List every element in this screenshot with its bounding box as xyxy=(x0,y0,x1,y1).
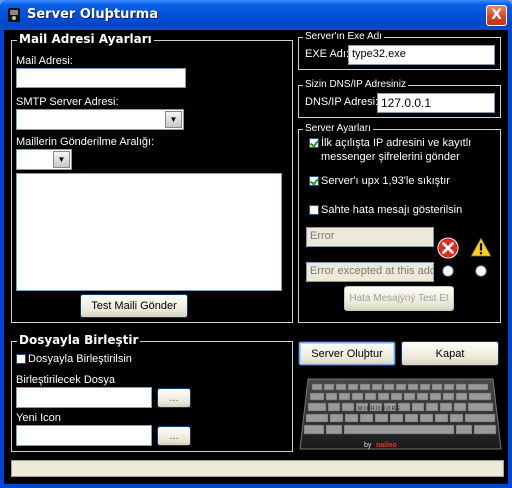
error-icon-radio[interactable] xyxy=(442,265,454,277)
warning-icon xyxy=(470,236,492,257)
fake-error-label: Sahte hata mesajı gösterilsin xyxy=(321,204,463,216)
checkbox-box[interactable] xyxy=(309,138,319,148)
close-window-button[interactable]: X xyxy=(486,5,507,26)
checkbox-box[interactable] xyxy=(309,176,319,186)
mail-address-input[interactable] xyxy=(16,68,186,88)
title-bar[interactable]: Server Oluþturma X xyxy=(0,0,512,30)
new-icon-label: Yeni Icon xyxy=(16,412,61,424)
exe-name-label: EXE Adı: xyxy=(305,48,350,60)
new-icon-input[interactable] xyxy=(16,425,152,446)
app-window: Server Oluþturma X Mail Adresi Ayarları … xyxy=(0,0,512,488)
send-ip-checkbox[interactable]: İlk açılışta IP adresini ve kayıtlı mess… xyxy=(309,136,495,164)
chevron-down-icon[interactable]: ▼ xyxy=(165,111,182,128)
browse-icon-button[interactable]: ... xyxy=(157,426,191,446)
warning-icon-radio[interactable] xyxy=(475,265,487,277)
dns-ip-input[interactable]: 127.0.0.1 xyxy=(377,93,495,113)
combine-file-label: Birleştirilecek Dosya xyxy=(16,374,116,386)
test-error-button[interactable]: Hata Mesajýný Test Et xyxy=(344,286,454,311)
app-icon xyxy=(8,8,20,22)
mail-address-label: Mail Adresi: xyxy=(16,55,73,67)
combine-file-title: Dosyayla Birleştir xyxy=(17,333,141,347)
combine-enable-label: Dosyayla Birleştirilsin xyxy=(28,353,132,365)
mail-settings-group: Mail Adresi Ayarları Mail Adresi: SMTP S… xyxy=(11,32,293,323)
exe-name-input[interactable]: type32.exe xyxy=(348,45,495,65)
smtp-server-label: SMTP Server Adresi: xyxy=(16,96,119,108)
credit-by-text: by xyxy=(364,442,372,449)
combine-file-input[interactable] xyxy=(16,387,152,408)
error-message-input[interactable]: Error excepted at this addre xyxy=(306,262,434,282)
fake-error-checkbox[interactable]: Sahte hata mesajı gösterilsin xyxy=(309,203,462,217)
server-settings-group: Server Ayarları İlk açılışta IP adresini… xyxy=(298,123,501,323)
error-title-input[interactable]: Error xyxy=(306,227,434,247)
status-bar xyxy=(11,460,504,477)
upx-compress-checkbox[interactable]: Server'ı upx 1,93'le sıkıştır xyxy=(309,174,450,188)
server-settings-title: Server Ayarları xyxy=(303,123,373,134)
mail-settings-title: Mail Adresi Ayarları xyxy=(17,32,154,46)
test-mail-button[interactable]: Test Maili Gönder xyxy=(80,294,188,318)
create-server-button[interactable]: Server Oluþtur xyxy=(298,341,396,366)
exe-name-group: Server'ın Exe Adı EXE Adı: type32.exe xyxy=(298,31,501,70)
credit-name-text: nailoo xyxy=(376,442,397,449)
window-title: Server Oluþturma xyxy=(27,7,159,22)
close-icon: X xyxy=(491,7,502,23)
send-interval-select[interactable]: ▼ xyxy=(16,149,72,170)
upx-compress-label: Server'ı upx 1,93'le sıkıştır xyxy=(321,175,450,187)
dns-ip-label: DNS/IP Adresi: xyxy=(305,96,379,108)
browse-file-button[interactable]: ... xyxy=(157,388,191,408)
checkbox-box[interactable] xyxy=(309,205,319,215)
keyboard-logo: M I K R O D O R E by nailoo xyxy=(298,373,503,453)
client-area: Mail Adresi Ayarları Mail Adresi: SMTP S… xyxy=(4,30,508,484)
chevron-down-icon[interactable]: ▼ xyxy=(53,151,70,168)
send-interval-label: Maillerin Gönderilme Aralığı: xyxy=(16,136,155,148)
combine-enable-checkbox[interactable]: Dosyayla Birleştirilsin xyxy=(16,352,132,366)
exe-name-title: Server'ın Exe Adı xyxy=(303,31,384,42)
checkbox-box[interactable] xyxy=(16,354,26,364)
close-button[interactable]: Kapat xyxy=(401,341,499,366)
send-ip-label: İlk açılışta IP adresini ve kayıtlı mess… xyxy=(321,137,472,163)
keyboard-key-text: M I K R O D O R E xyxy=(358,406,401,412)
dns-ip-group: Sizin DNS/IP Adresiniz DNS/IP Adresi: 12… xyxy=(298,79,501,118)
smtp-server-select[interactable]: ▼ xyxy=(16,109,184,130)
keyboard-image: M I K R O D O R E by nailoo xyxy=(299,378,502,450)
combine-file-group: Dosyayla Birleştir Dosyayla Birleştirils… xyxy=(11,333,293,452)
error-icon xyxy=(437,237,459,259)
mail-body-textarea[interactable] xyxy=(16,173,282,291)
dns-ip-title: Sizin DNS/IP Adresiniz xyxy=(303,79,408,90)
